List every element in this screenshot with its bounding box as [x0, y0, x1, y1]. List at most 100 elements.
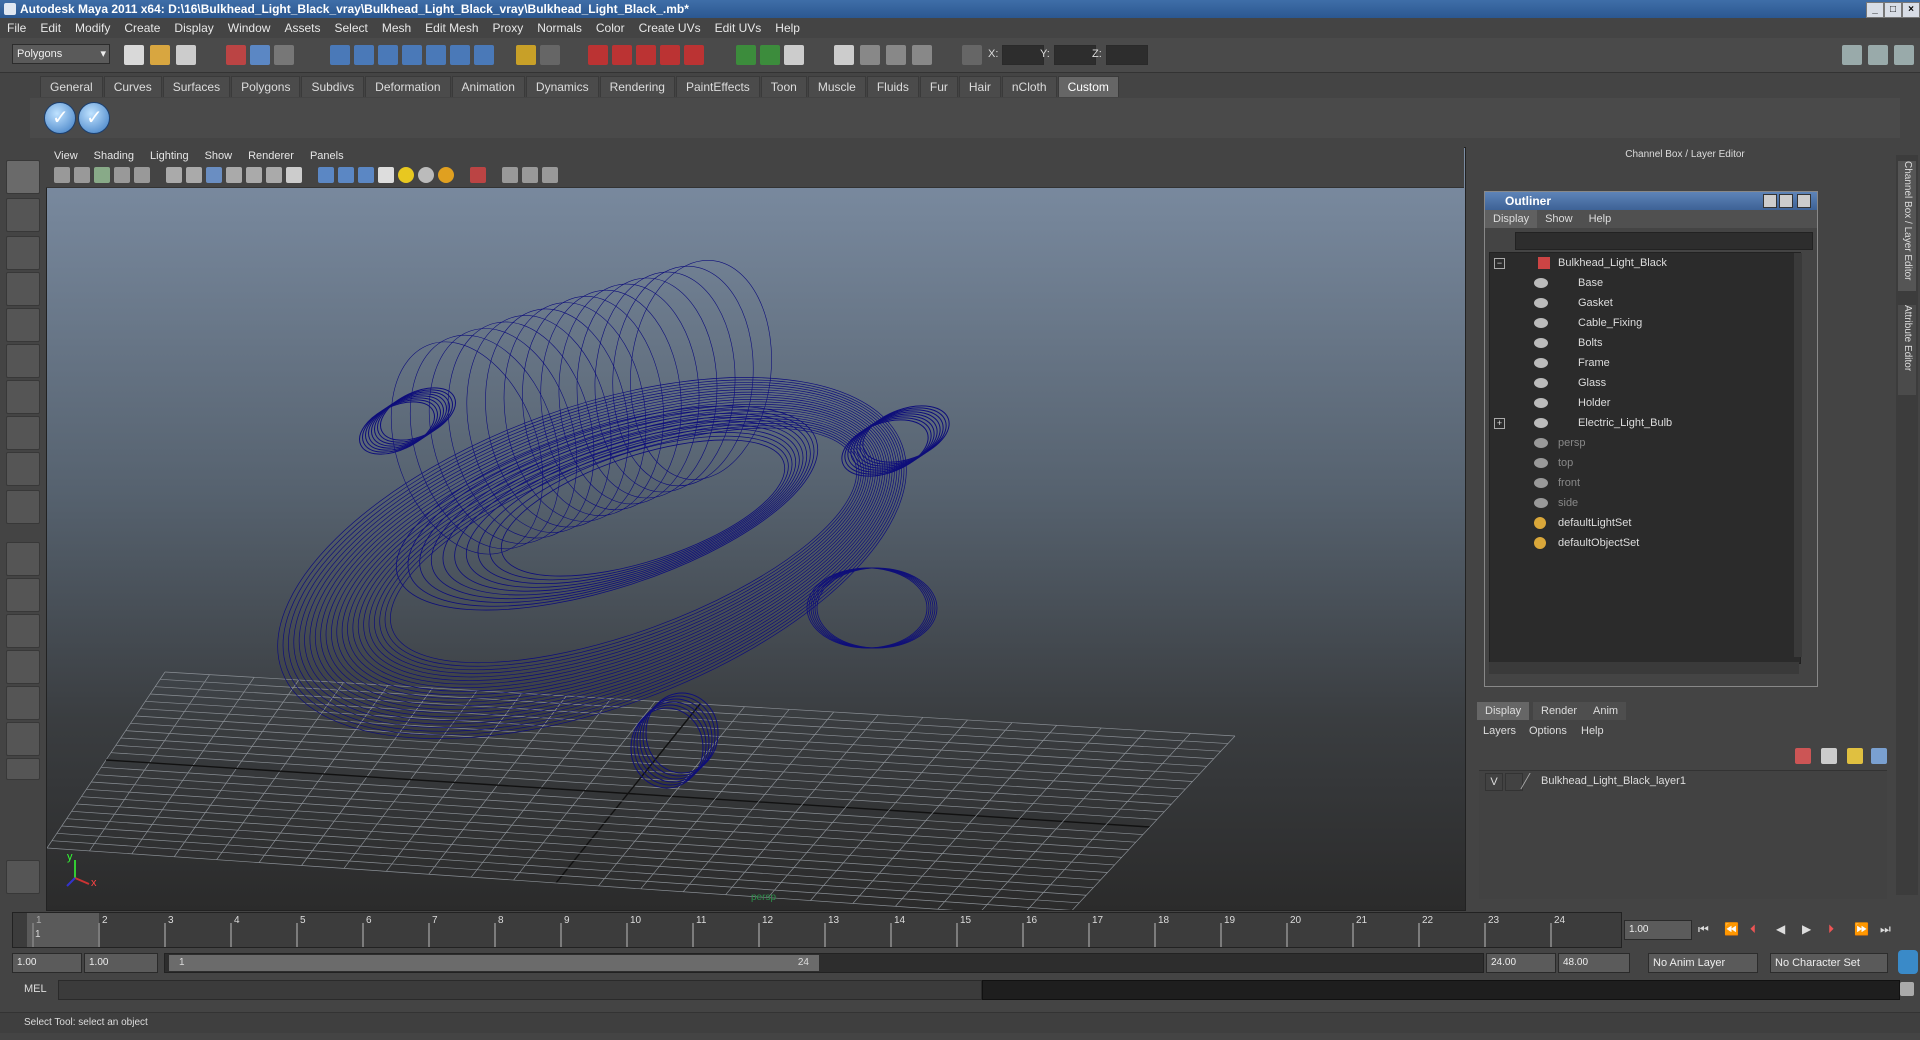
menu-create-uvs[interactable]: Create UVs [632, 18, 708, 38]
play-backwards-icon[interactable]: ◀ [1776, 922, 1792, 938]
viewport-menu-view[interactable]: View [46, 147, 86, 165]
time-slider[interactable]: 123456789101112131415161718192021222324 … [12, 912, 1622, 948]
bulkhead-light-wireframe[interactable] [231, 253, 957, 812]
select-tool-icon[interactable] [6, 160, 40, 194]
scale-tool-icon[interactable] [6, 344, 40, 378]
outliner-menu-display[interactable]: Display [1485, 210, 1538, 228]
select-camera-icon[interactable] [54, 167, 70, 183]
shelf-tab-custom[interactable]: Custom [1057, 76, 1119, 97]
last-tool-icon[interactable] [6, 490, 40, 524]
layer-menu-options[interactable]: Options [1529, 722, 1567, 740]
custom-shelf-button-2[interactable] [78, 102, 110, 134]
show-manipulator-tool-icon[interactable] [6, 452, 40, 486]
command-input[interactable] [58, 980, 982, 1000]
menu-display[interactable]: Display [167, 18, 220, 38]
selection-mask-icon[interactable] [540, 45, 560, 65]
isolate-select-icon[interactable] [470, 167, 486, 183]
shelf-tab-subdivs[interactable]: Subdivs [301, 76, 365, 97]
outliner-minimize-button[interactable] [1763, 194, 1777, 208]
current-time-field[interactable]: 1.00 [1624, 920, 1692, 940]
viewport-menu-show[interactable]: Show [197, 147, 241, 165]
snap-grid-icon[interactable] [330, 45, 350, 65]
perspective-viewport[interactable]: y x persp [46, 147, 1466, 911]
safe-action-icon[interactable] [266, 167, 282, 183]
shelf-tab-polygons[interactable]: Polygons [231, 76, 301, 97]
x-field[interactable] [1002, 45, 1044, 65]
outliner-close-button[interactable] [1797, 194, 1811, 208]
command-language-label[interactable]: MEL [24, 983, 47, 995]
dope-sheet-icon[interactable] [886, 45, 906, 65]
shelf-tab-general[interactable]: General [40, 76, 103, 97]
y-field[interactable] [1054, 45, 1096, 65]
paint-select-tool-icon[interactable] [6, 236, 40, 270]
xray-joints-icon[interactable] [522, 167, 538, 183]
move-layer-down-icon[interactable] [1821, 748, 1837, 764]
outliner-item-frame[interactable]: Frame [1490, 353, 1790, 373]
layer-color-swatch[interactable] [1520, 773, 1541, 789]
open-scene-icon[interactable] [150, 45, 170, 65]
layout-single-perspective-icon[interactable] [6, 542, 40, 576]
minimize-button[interactable]: _ [1866, 2, 1884, 18]
layer-menu-layers[interactable]: Layers [1483, 722, 1516, 740]
viewport-scene[interactable]: y x persp [47, 148, 1465, 910]
outliner-menu-show[interactable]: Show [1537, 210, 1581, 228]
outliner-item-gasket[interactable]: Gasket [1490, 293, 1790, 313]
channel-box-toggle-icon[interactable] [1894, 45, 1914, 65]
default-light-icon[interactable] [398, 167, 414, 183]
shelf-tab-hair[interactable]: Hair [958, 76, 1001, 97]
resolution-gate-icon[interactable] [206, 167, 222, 183]
shelf-tab-toon[interactable]: Toon [760, 76, 807, 97]
gate-mask-icon[interactable] [226, 167, 242, 183]
step-forward-icon[interactable]: ⏩ [1854, 922, 1870, 938]
maya-app-icon[interactable] [4, 3, 16, 15]
select-component-icon[interactable] [274, 45, 294, 65]
play-forwards-icon[interactable]: ▶ [1802, 922, 1818, 938]
outliner-item-front[interactable]: front [1490, 473, 1790, 493]
outliner-item-bulkhead-light-black[interactable]: − Bulkhead_Light_Black [1490, 253, 1790, 273]
expand-icon[interactable]: + [1494, 418, 1505, 429]
outliner-item-cable-fixing[interactable]: Cable_Fixing [1490, 313, 1790, 333]
rename-icon[interactable] [760, 45, 780, 65]
snap-plane-icon[interactable] [402, 45, 422, 65]
layout-perspective-outliner-icon[interactable] [6, 614, 40, 648]
custom-shelf-button-1[interactable] [44, 102, 76, 134]
xray-icon[interactable] [502, 167, 518, 183]
shelf-tab-animation[interactable]: Animation [451, 76, 525, 97]
outliner-menu-help[interactable]: Help [1581, 210, 1620, 228]
wireframe-shading-icon[interactable] [318, 167, 334, 183]
layer-tab-render[interactable]: Render [1533, 702, 1586, 720]
layout-perspective-graph-hypershade-icon[interactable] [6, 722, 40, 756]
viewport-menu-lighting[interactable]: Lighting [142, 147, 197, 165]
outliner-toggle-icon[interactable] [834, 45, 854, 65]
menu-select[interactable]: Select [327, 18, 374, 38]
hand-tool-icon[interactable] [6, 860, 40, 894]
outliner-item-persp[interactable]: persp [1490, 433, 1790, 453]
camera-attributes-icon[interactable] [74, 167, 90, 183]
collapse-icon[interactable]: − [1494, 258, 1505, 269]
viewport-menu-panels[interactable]: Panels [302, 147, 352, 165]
smooth-shading-icon[interactable] [338, 167, 354, 183]
outliner-item-top[interactable]: top [1490, 453, 1790, 473]
attribute-editor-side-tab[interactable]: Attribute Editor [1898, 305, 1916, 395]
move-layer-up-icon[interactable] [1795, 748, 1811, 764]
menu-color[interactable]: Color [589, 18, 632, 38]
hypershade-icon[interactable] [660, 45, 680, 65]
snap-point-icon[interactable] [378, 45, 398, 65]
film-gate-icon[interactable] [186, 167, 202, 183]
two-d-pan-icon[interactable] [134, 167, 150, 183]
shelf-tab-rendering[interactable]: Rendering [599, 76, 675, 97]
shelf-tab-fluids[interactable]: Fluids [866, 76, 919, 97]
layer-row[interactable]: V Bulkhead_Light_Black_layer1 [1479, 771, 1887, 791]
new-layer-selected-icon[interactable] [1871, 748, 1887, 764]
shelf-tab-surfaces[interactable]: Surfaces [162, 76, 231, 97]
step-back-key-icon[interactable]: ⏴ [1750, 922, 1766, 938]
safe-title-icon[interactable] [286, 167, 302, 183]
shelf-tab-curves[interactable]: Curves [103, 76, 162, 97]
menu-set-dropdown[interactable]: Polygons ▾ [12, 44, 110, 64]
animation-end-field[interactable]: 48.00 [1558, 953, 1630, 973]
history-icon[interactable] [450, 45, 470, 65]
viewport-menu-renderer[interactable]: Renderer [240, 147, 302, 165]
anim-layer-dropdown[interactable]: No Anim Layer [1648, 953, 1758, 973]
outliner-vertical-scrollbar[interactable] [1794, 253, 1802, 657]
menu-window[interactable]: Window [221, 18, 278, 38]
